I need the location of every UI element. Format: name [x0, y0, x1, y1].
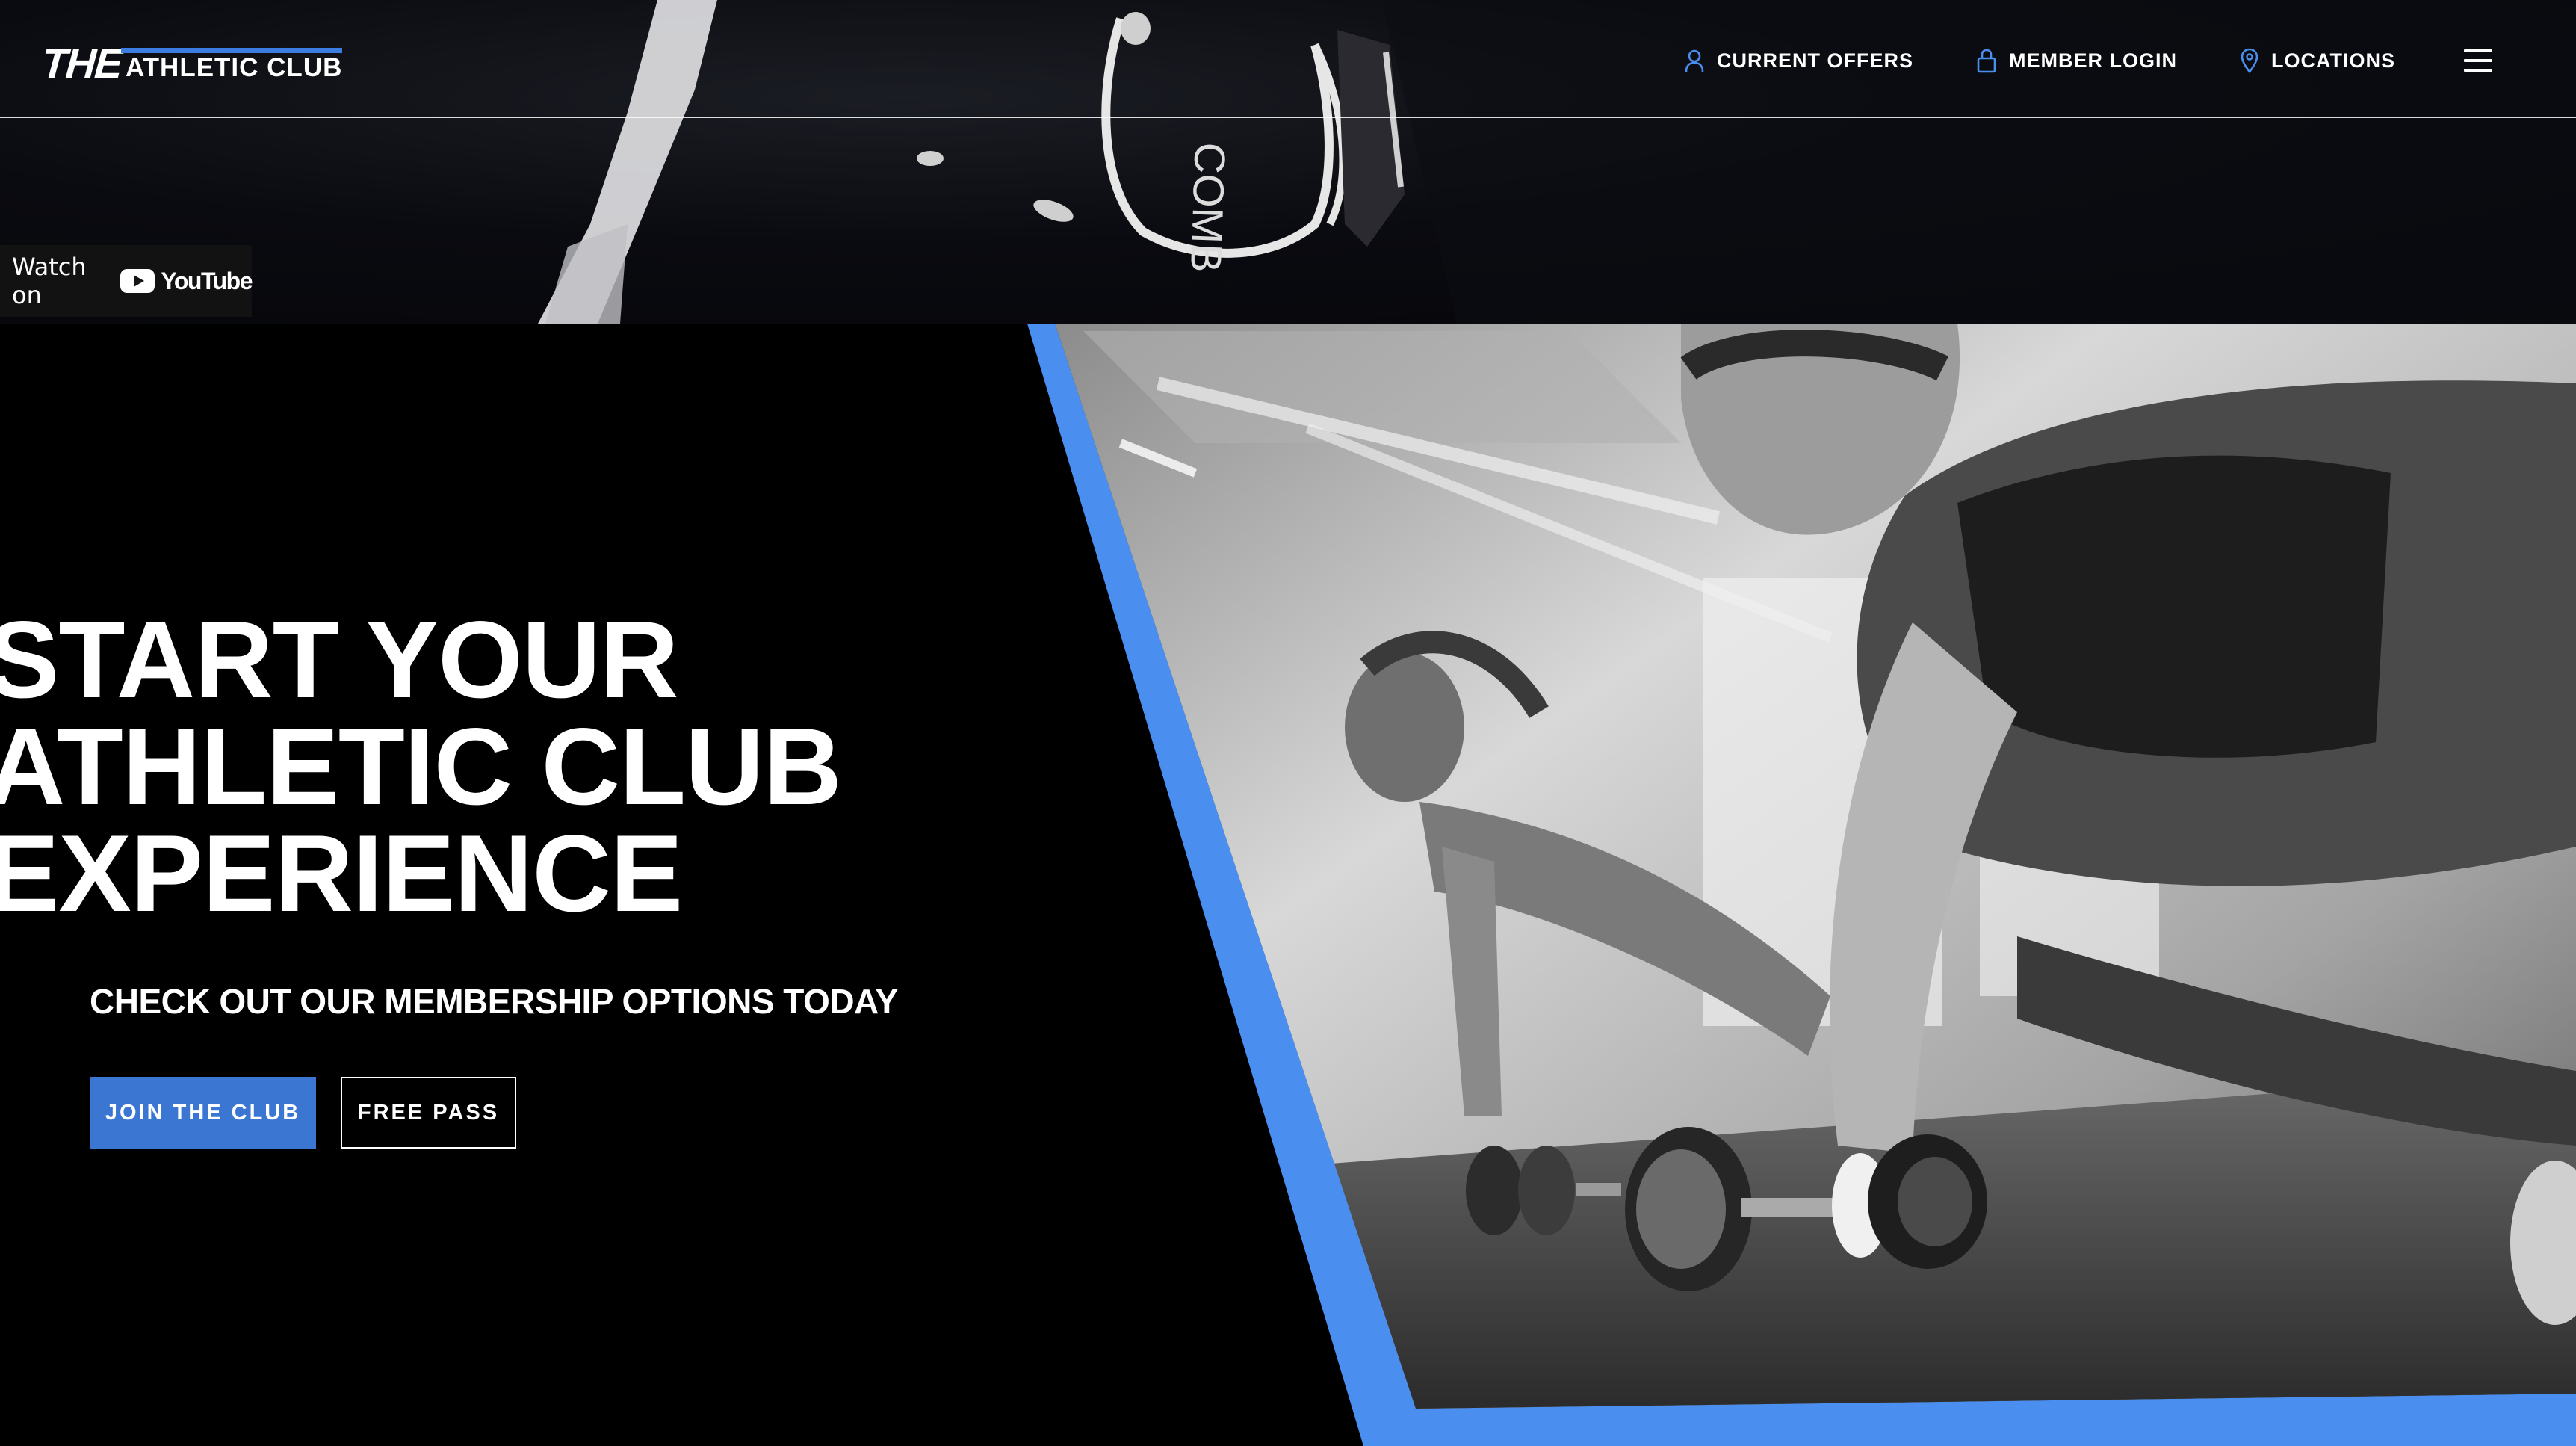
youtube-play-icon [120, 269, 155, 293]
nav-locations[interactable]: LOCATIONS [2240, 48, 2395, 73]
site-header: THE ATHLETIC CLUB CURRENT OFFERS MEMBER … [0, 0, 2576, 118]
nav-member-login[interactable]: MEMBER LOGIN [1976, 48, 2177, 73]
hero-headline-line: START YOUR [0, 599, 679, 720]
nav-member-login-label: MEMBER LOGIN [2009, 49, 2177, 72]
map-pin-icon [2241, 48, 2258, 73]
main-nav: CURRENT OFFERS MEMBER LOGIN LOCATIONS [1621, 39, 2492, 82]
join-the-club-button[interactable]: JOIN THE CLUB [90, 1077, 316, 1149]
watch-on-label: Watch on [12, 253, 87, 309]
hero-subheadline: CHECK OUT OUR MEMBERSHIP OPTIONS TODAY [90, 982, 898, 1021]
youtube-wordmark: YouTube [161, 267, 253, 294]
logo-the: THE [40, 40, 123, 87]
hamburger-menu-icon[interactable] [2464, 49, 2492, 72]
youtube-logo: YouTube [120, 267, 253, 295]
hero-section: START YOUR ATHLETIC CLUB EXPERIENCE CHEC… [0, 324, 2576, 1446]
hamburger-line [2464, 69, 2492, 72]
hamburger-line [2464, 59, 2492, 62]
free-pass-button[interactable]: FREE PASS [341, 1077, 516, 1149]
hamburger-line [2464, 49, 2492, 52]
nav-locations-label: LOCATIONS [2271, 49, 2395, 72]
nav-current-offers[interactable]: CURRENT OFFERS [1684, 49, 1913, 72]
hero-headline: START YOUR ATHLETIC CLUB EXPERIENCE [0, 599, 842, 934]
logo-athletic-club: ATHLETIC CLUB [121, 48, 343, 81]
hero-headline-line: EXPERIENCE [0, 812, 683, 934]
glove-text: COMB [1181, 142, 1234, 274]
watch-on-youtube-button[interactable]: Watch on YouTube [0, 245, 253, 317]
nav-current-offers-label: CURRENT OFFERS [1717, 49, 1913, 72]
site-logo[interactable]: THE ATHLETIC CLUB [40, 39, 343, 87]
user-icon [1685, 49, 1704, 72]
lock-icon [1977, 49, 1996, 73]
hero-headline-line: ATHLETIC CLUB [0, 705, 842, 827]
page: COMB Watch on YouTube THE ATHLETIC CLUB [0, 0, 2576, 1446]
